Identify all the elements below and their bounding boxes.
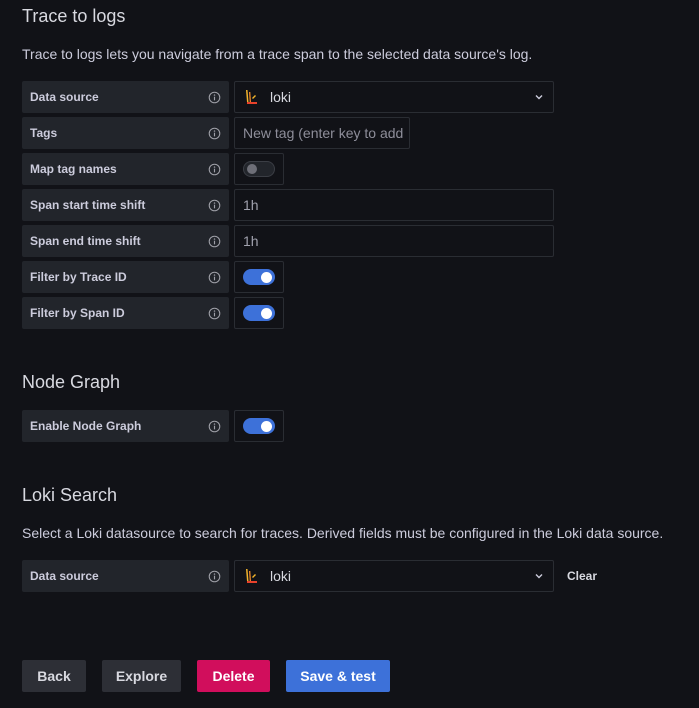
filter-span-toggle-wrap xyxy=(234,297,284,329)
span-end-time-shift-label: Span end time shift xyxy=(30,234,141,248)
map-tag-names-label-box: Map tag names xyxy=(22,153,229,185)
filter-by-span-id-row: Filter by Span ID xyxy=(22,297,284,329)
delete-button[interactable]: Delete xyxy=(197,660,270,692)
span-end-time-shift-input[interactable]: 1h xyxy=(234,225,554,257)
toggle-knob xyxy=(261,271,272,283)
filter-by-trace-id-row: Filter by Trace ID xyxy=(22,261,284,293)
info-icon[interactable] xyxy=(208,420,221,433)
clear-button[interactable]: Clear xyxy=(567,569,597,583)
span-start-time-shift-label: Span start time shift xyxy=(30,198,146,212)
datasource-select-value: loki xyxy=(270,89,292,105)
toggle-knob xyxy=(247,164,257,174)
back-button[interactable]: Back xyxy=(22,660,86,692)
tags-label-box: Tags xyxy=(22,117,229,149)
span-start-label-box: Span start time shift xyxy=(22,189,229,221)
chevron-down-icon xyxy=(533,570,545,582)
span-end-time-shift-row: Span end time shift 1h xyxy=(22,225,554,257)
filter-trace-label-box: Filter by Trace ID xyxy=(22,261,229,293)
loki-search-title: Loki Search xyxy=(22,485,118,505)
datasource-select[interactable]: loki xyxy=(234,81,554,113)
enable-node-graph-label: Enable Node Graph xyxy=(30,419,142,433)
filter-by-span-id-toggle[interactable] xyxy=(243,305,275,321)
loki-logo-icon xyxy=(243,88,261,106)
explore-button[interactable]: Explore xyxy=(102,660,181,692)
toggle-knob xyxy=(261,420,272,432)
trace-to-logs-title: Trace to logs xyxy=(22,6,126,26)
loki-search-datasource-row: Data source loki Clear xyxy=(22,560,597,592)
loki-datasource-label-box: Data source xyxy=(22,560,229,592)
span-start-time-shift-input[interactable]: 1h xyxy=(234,189,554,221)
datasource-label: Data source xyxy=(30,90,99,104)
enable-node-graph-label-box: Enable Node Graph xyxy=(22,410,229,442)
loki-logo-icon xyxy=(243,567,261,585)
info-icon[interactable] xyxy=(208,307,221,320)
map-tag-names-toggle-wrap xyxy=(234,153,284,185)
datasource-label-box: Data source xyxy=(22,81,229,113)
toggle-knob xyxy=(261,307,272,319)
loki-select-value-wrap: loki xyxy=(243,567,291,585)
tags-row: Tags New tag (enter key to add xyxy=(22,117,410,149)
info-icon[interactable] xyxy=(208,91,221,104)
map-tag-names-label: Map tag names xyxy=(30,162,117,176)
loki-datasource-select-value: loki xyxy=(270,568,292,584)
trace-to-logs-datasource-row: Data source loki xyxy=(22,81,554,113)
filter-span-label-box: Filter by Span ID xyxy=(22,297,229,329)
loki-datasource-label: Data source xyxy=(30,569,99,583)
node-graph-title: Node Graph xyxy=(22,372,121,392)
loki-search-description: Select a Loki datasource to search for t… xyxy=(22,525,664,541)
span-end-label-box: Span end time shift xyxy=(22,225,229,257)
filter-by-trace-id-toggle[interactable] xyxy=(243,269,275,285)
info-icon[interactable] xyxy=(208,570,221,583)
loki-datasource-select[interactable]: loki xyxy=(234,560,554,592)
filter-by-trace-id-label: Filter by Trace ID xyxy=(30,270,127,284)
datasource-settings-page: Trace to logs Trace to logs lets you nav… xyxy=(0,0,699,708)
info-icon[interactable] xyxy=(208,163,221,176)
map-tag-names-row: Map tag names xyxy=(22,153,284,185)
datasource-select-value-wrap: loki xyxy=(243,88,291,106)
info-icon[interactable] xyxy=(208,199,221,212)
enable-node-graph-toggle-wrap xyxy=(234,410,284,442)
enable-node-graph-row: Enable Node Graph xyxy=(22,410,284,442)
filter-trace-toggle-wrap xyxy=(234,261,284,293)
enable-node-graph-toggle[interactable] xyxy=(243,418,275,434)
info-icon[interactable] xyxy=(208,271,221,284)
filter-by-span-id-label: Filter by Span ID xyxy=(30,306,125,320)
tags-input[interactable]: New tag (enter key to add xyxy=(234,117,410,149)
trace-to-logs-description: Trace to logs lets you navigate from a t… xyxy=(22,46,533,62)
save-test-button[interactable]: Save & test xyxy=(286,660,390,692)
span-start-time-shift-row: Span start time shift 1h xyxy=(22,189,554,221)
chevron-down-icon xyxy=(533,91,545,103)
tags-label: Tags xyxy=(30,126,58,140)
info-icon[interactable] xyxy=(208,127,221,140)
info-icon[interactable] xyxy=(208,235,221,248)
map-tag-names-toggle[interactable] xyxy=(243,161,275,177)
